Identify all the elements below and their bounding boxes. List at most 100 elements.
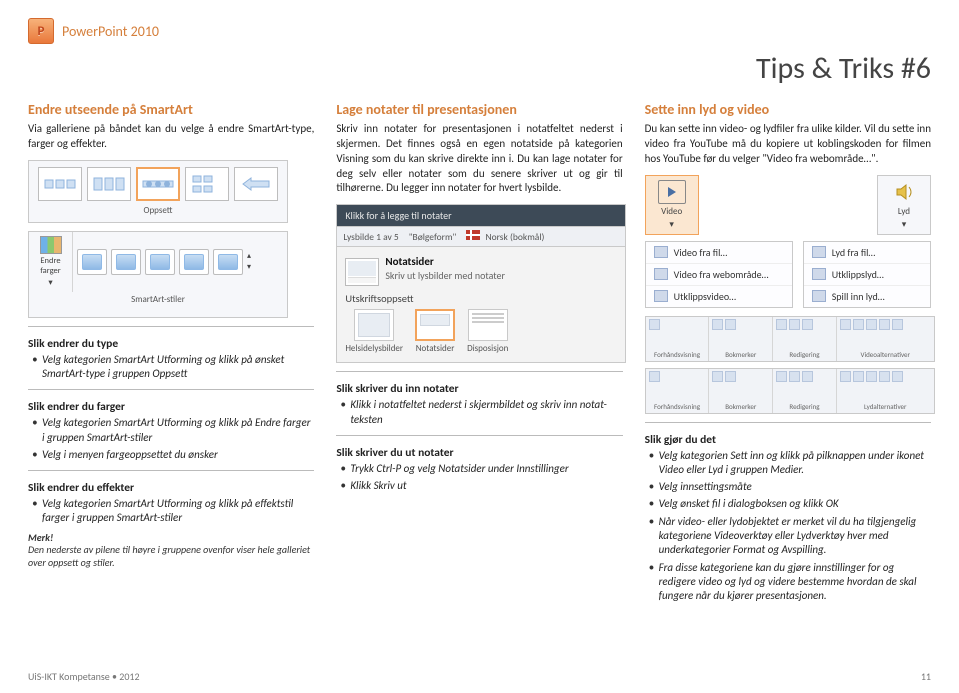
chevron-down-icon: ▾	[48, 278, 52, 288]
menu-label: Utklippsvideo…	[674, 290, 736, 303]
option-label: Disposisjon	[467, 343, 508, 354]
separator	[645, 422, 931, 423]
media-heading: Sette inn lyd og video	[645, 101, 931, 118]
ribbon-group-label: Bokmerker	[712, 350, 769, 359]
insert-video-button[interactable]: Video ▾	[645, 175, 699, 235]
print-option-notespages[interactable]: Notatsider	[415, 309, 455, 354]
menu-item[interactable]: Utklippslyd…	[804, 264, 930, 286]
column-smartart: Endre utseende på SmartArt Via gallerien…	[28, 101, 314, 610]
powerpoint-icon: P	[28, 18, 54, 44]
ribbon-group-label: Videoalternativer	[840, 350, 931, 359]
video-ribbon-mock: Forhåndsvisning Bokmerker Redigering Vid…	[645, 316, 935, 362]
styles-caption: SmartArt-stiler	[29, 294, 287, 305]
smartart-heading: Endre utseende på SmartArt	[28, 101, 314, 118]
chevron-down-icon: ▾	[902, 219, 907, 230]
page-header: P PowerPoint 2010	[28, 18, 931, 44]
file-icon	[654, 246, 668, 258]
bullet-item: Velg ønsket fil i dialogboksen og klikk …	[649, 497, 931, 511]
page-number: 11	[921, 670, 931, 683]
separator	[336, 435, 622, 436]
footer-left: UiS-IKT Kompetanse • 2012	[28, 670, 140, 683]
print-option-fullslides[interactable]: Helsidelysbilder	[345, 309, 403, 354]
bullet-item: Klikk i notatfeltet nederst i skjermbild…	[340, 398, 622, 427]
audio-label: Lyd	[898, 206, 910, 217]
notes-intro: Skriv inn notater for presentasjonen i n…	[336, 122, 622, 196]
menu-label: Video fra fil…	[674, 246, 728, 259]
audio-icon	[890, 180, 918, 204]
change-colors-label: Endre farger	[31, 256, 70, 276]
insert-audio-button[interactable]: Lyd ▾	[877, 175, 931, 235]
menu-item[interactable]: Lyd fra fil…	[804, 242, 930, 264]
video-label: Video	[661, 206, 682, 217]
media-buttons: Video ▾ Lyd ▾	[645, 175, 931, 235]
language-indicator[interactable]: Norsk (bokmål)	[466, 230, 544, 243]
print-option-outline[interactable]: Disposisjon	[467, 309, 508, 354]
print-layout-label: Utskriftsoppsett	[345, 292, 617, 305]
audio-dropdown: Lyd fra fil… Utklippslyd… Spill inn lyd…	[803, 241, 931, 308]
media-intro: Du kan sette inn video- og lydfiler fra …	[645, 122, 931, 167]
bullet-item: Velg kategorien Sett inn og klikk på pil…	[649, 449, 931, 478]
change-type-heading: Slik endrer du type	[28, 337, 314, 351]
flag-icon	[466, 230, 480, 240]
page-footer: UiS-IKT Kompetanse • 2012 11	[28, 670, 931, 683]
bullet-item: Fra disse kategoriene kan du gjøre innst…	[649, 561, 931, 604]
clip-icon	[654, 290, 668, 302]
audio-ribbon-mock: Forhåndsvisning Bokmerker Redigering Lyd…	[645, 368, 935, 414]
smartart-thumb[interactable]	[38, 167, 82, 201]
content-columns: Endre utseende på SmartArt Via gallerien…	[28, 101, 931, 610]
theme-name: "Bølgeform"	[409, 231, 457, 243]
bullet-item: Når video- eller lydobjektet er merket v…	[649, 515, 931, 558]
menu-label: Utklippslyd…	[832, 268, 884, 281]
option-label: Notatsider	[416, 343, 455, 354]
bullet-item: Velg kategorien SmartArt Utforming og kl…	[32, 353, 314, 382]
status-bar: Lysbilde 1 av 5 "Bølgeform" Norsk (bokmå…	[337, 226, 625, 247]
print-option-sub: Skriv ut lysbilder med notater	[385, 269, 505, 282]
menu-item[interactable]: Video fra webområde…	[646, 264, 792, 286]
notes-pane-mock: Klikk for å legge til notater Lysbilde 1…	[336, 204, 626, 363]
record-icon	[812, 290, 826, 302]
language-label: Norsk (bokmål)	[486, 231, 545, 243]
style-thumb[interactable]	[179, 249, 209, 275]
scroll-up-icon[interactable]: ▴	[247, 251, 251, 261]
menu-item[interactable]: Utklippsvideo…	[646, 286, 792, 307]
write-notes-heading: Slik skriver du inn notater	[336, 382, 622, 396]
bullet-item: Trykk Ctrl-P og velg Notatsider under In…	[340, 462, 622, 476]
bullet-item: Velg i menyen fargeoppsettet du ønsker	[32, 448, 314, 462]
note-body: Den nederste av pilene til høyre i grupp…	[28, 543, 310, 569]
smartart-intro: Via galleriene på båndet kan du velge å …	[28, 122, 314, 152]
bullet-item: Velg kategorien SmartArt Utforming og kl…	[32, 497, 314, 526]
ribbon-group-label: Bokmerker	[712, 402, 769, 411]
change-colors-button[interactable]: Endre farger ▾	[29, 232, 73, 292]
note-label: Merk!	[28, 531, 53, 544]
style-thumb[interactable]	[111, 249, 141, 275]
change-colors-heading: Slik endrer du farger	[28, 400, 314, 414]
column-media: Sette inn lyd og video Du kan sette inn …	[645, 101, 931, 610]
menu-label: Lyd fra fil…	[832, 246, 876, 259]
smartart-thumb[interactable]	[87, 167, 131, 201]
style-thumb[interactable]	[145, 249, 175, 275]
style-thumb[interactable]	[77, 249, 107, 275]
web-icon	[654, 268, 668, 280]
smartart-thumb[interactable]	[185, 167, 229, 201]
smartart-styles-mock: Endre farger ▾ ▴ ▾ SmartArt-stiler	[28, 231, 288, 318]
chevron-down-icon: ▾	[669, 219, 674, 230]
menu-item[interactable]: Spill inn lyd…	[804, 286, 930, 307]
smartart-thumb-selected[interactable]	[136, 167, 180, 201]
column-notes: Lage notater til presentasjonen Skriv in…	[336, 101, 622, 610]
notes-placeholder-bar[interactable]: Klikk for å legge til notater	[337, 205, 625, 226]
file-icon	[812, 246, 826, 258]
separator	[28, 470, 314, 471]
scroll-down-icon[interactable]: ▾	[247, 262, 251, 272]
separator	[336, 371, 622, 372]
style-thumb[interactable]	[213, 249, 243, 275]
smartart-thumb[interactable]	[234, 167, 278, 201]
clip-icon	[812, 268, 826, 280]
color-swatch-icon	[40, 236, 62, 254]
menu-item[interactable]: Video fra fil…	[646, 242, 792, 264]
bullet-item: Velg innsettingsmåte	[649, 480, 931, 494]
separator	[28, 389, 314, 390]
smartart-gallery-mock: Oppsett	[28, 160, 288, 223]
slide-count: Lysbilde 1 av 5	[343, 231, 398, 243]
change-effects-heading: Slik endrer du effekter	[28, 481, 314, 495]
separator	[28, 326, 314, 327]
